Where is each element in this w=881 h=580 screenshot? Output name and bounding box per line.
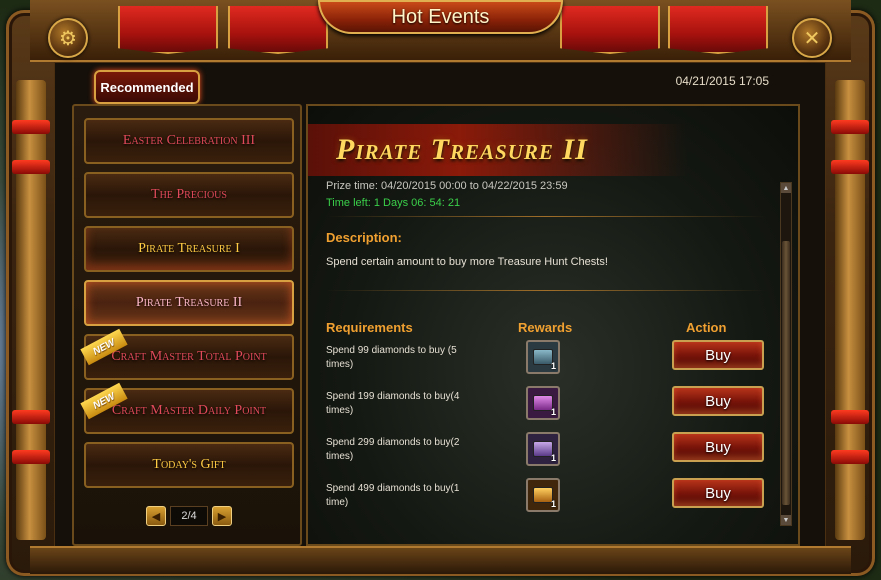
- column-header-action: Action: [686, 320, 727, 335]
- requirement-text: Spend 99 diamonds to buy (5 times): [326, 345, 457, 370]
- event-title: Pirate Treasure II: [336, 133, 588, 166]
- next-page-button[interactable]: ▶: [212, 506, 232, 526]
- column-header-rewards: Rewards: [518, 320, 573, 335]
- event-title-banner: Pirate Treasure II: [308, 124, 688, 176]
- buy-button[interactable]: Buy: [672, 432, 764, 462]
- prev-page-button[interactable]: ◀: [146, 506, 166, 526]
- bottom-frame-decoration: [30, 546, 851, 574]
- reward-chest-item[interactable]: 1: [526, 340, 560, 374]
- sidebar-item-label: Craft Master Daily Point: [111, 403, 267, 418]
- sidebar-item-the-precious[interactable]: The Precious: [84, 172, 294, 218]
- column-header-requirements: Requirements: [326, 320, 413, 335]
- requirement-text: Spend 199 diamonds to buy(4 times): [326, 391, 460, 416]
- server-datetime: 04/21/2015 17:05: [675, 74, 769, 88]
- scroll-thumb[interactable]: [782, 241, 790, 505]
- event-list-sidebar: Easter Celebration III The Precious Pira…: [72, 104, 302, 546]
- red-banner-decoration: [668, 6, 768, 54]
- time-left: Time left: 1 Days 06: 54: 21: [326, 197, 461, 209]
- sidebar-item-label: Easter Celebration III: [122, 133, 256, 148]
- description-heading: Description:: [326, 230, 402, 245]
- gear-icon: ⚙: [59, 27, 77, 50]
- sidebar-item-label: Pirate Treasure I: [138, 241, 240, 256]
- red-banner-decoration: [560, 6, 660, 54]
- reward-quantity: 1: [550, 499, 556, 509]
- sidebar-pager: ◀ 2/4 ▶: [146, 506, 232, 528]
- reward-quantity: 1: [550, 453, 556, 463]
- buy-button[interactable]: Buy: [672, 340, 764, 370]
- requirement-text: Spend 299 diamonds to buy(2 times): [326, 437, 460, 462]
- requirement-text: Spend 499 diamonds to buy(1 time): [326, 483, 460, 508]
- page-indicator: 2/4: [170, 506, 208, 526]
- sidebar-item-label: Pirate Treasure II: [135, 295, 243, 310]
- description-text: Spend certain amount to buy more Treasur…: [326, 256, 608, 268]
- divider: [326, 290, 766, 291]
- scroll-down-icon[interactable]: ▼: [781, 515, 791, 525]
- table-row: Spend 499 diamonds to buy(1 time) 1 Buy: [326, 478, 766, 518]
- sidebar-item-pirate-treasure-i[interactable]: Pirate Treasure I: [84, 226, 294, 272]
- event-detail-panel: Pirate Treasure II Prize time: 04/20/201…: [306, 104, 800, 546]
- sidebar-item-craft-master-total-point[interactable]: NEW Craft Master Total Point: [80, 328, 294, 380]
- content-scrollbar[interactable]: ▲ ▼: [780, 182, 792, 526]
- sidebar-item-label: The Precious: [151, 187, 227, 202]
- divider: [326, 216, 766, 217]
- reward-chest-item[interactable]: 1: [526, 386, 560, 420]
- close-button[interactable]: ✕: [792, 18, 832, 58]
- right-pillar-decoration: [831, 80, 869, 540]
- chevron-left-icon: ◀: [151, 510, 161, 523]
- tab-recommended[interactable]: Recommended: [94, 70, 200, 104]
- sidebar-item-craft-master-daily-point[interactable]: NEW Craft Master Daily Point: [80, 382, 294, 434]
- reward-quantity: 1: [550, 361, 556, 371]
- sidebar-item-label: Craft Master Total Point: [111, 349, 267, 364]
- prize-time: Prize time: 04/20/2015 00:00 to 04/22/20…: [326, 180, 568, 192]
- red-banner-decoration: [118, 6, 218, 54]
- reward-chest-item[interactable]: 1: [526, 432, 560, 466]
- reward-quantity: 1: [550, 407, 556, 417]
- sidebar-item-easter-celebration-iii[interactable]: Easter Celebration III: [84, 118, 294, 164]
- table-row: Spend 199 diamonds to buy(4 times) 1 Buy: [326, 386, 766, 426]
- sidebar-item-pirate-treasure-ii[interactable]: Pirate Treasure II: [84, 280, 294, 326]
- buy-button[interactable]: Buy: [672, 386, 764, 416]
- red-banner-decoration: [228, 6, 328, 54]
- table-row: Spend 299 diamonds to buy(2 times) 1 Buy: [326, 432, 766, 472]
- reward-chest-item[interactable]: 1: [526, 478, 560, 512]
- buy-button[interactable]: Buy: [672, 478, 764, 508]
- sidebar-item-todays-gift[interactable]: Today's Gift: [84, 442, 294, 488]
- sidebar-item-label: Today's Gift: [152, 457, 226, 472]
- settings-button[interactable]: ⚙: [48, 18, 88, 58]
- left-pillar-decoration: [12, 80, 50, 540]
- chevron-right-icon: ▶: [217, 510, 227, 523]
- window-title: Hot Events: [391, 5, 490, 28]
- close-icon: ✕: [803, 27, 821, 50]
- scroll-up-icon[interactable]: ▲: [781, 183, 791, 193]
- table-row: Spend 99 diamonds to buy (5 times) 1 Buy: [326, 340, 766, 380]
- window-title-plate: Hot Events: [318, 0, 563, 34]
